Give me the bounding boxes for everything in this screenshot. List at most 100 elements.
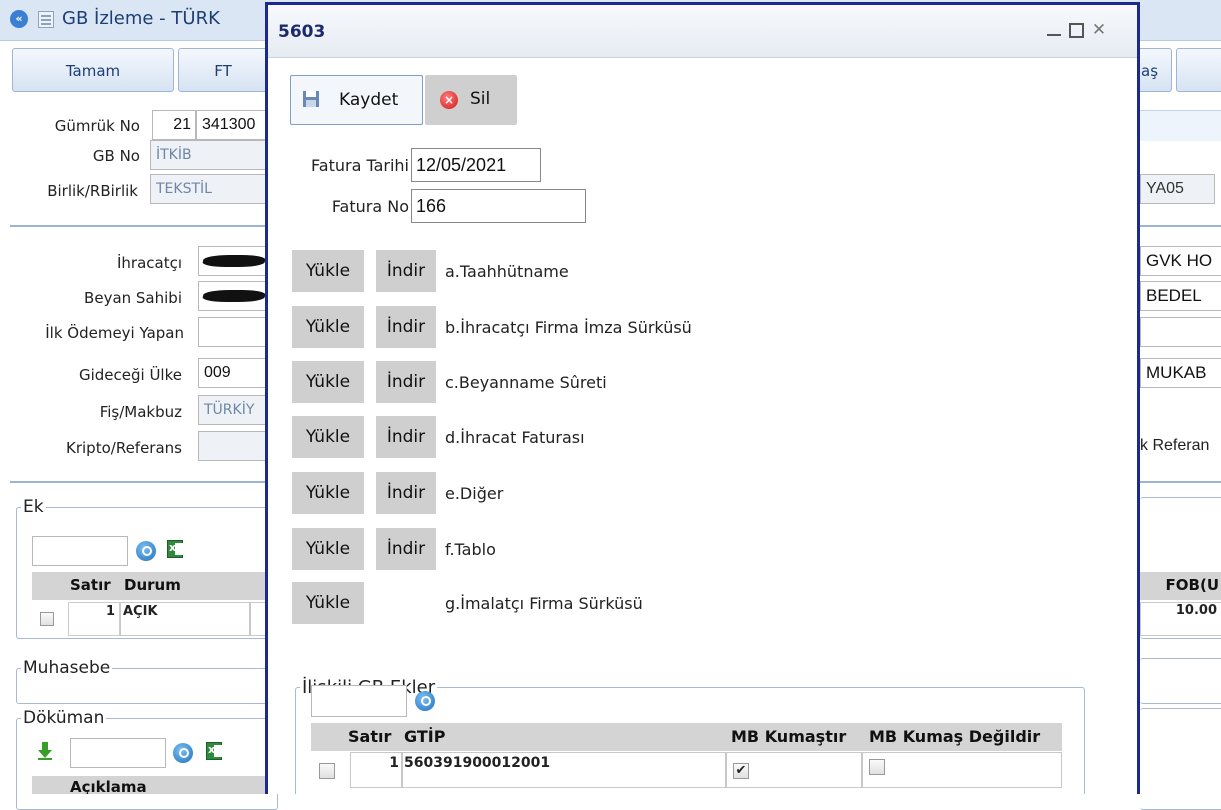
- download-button[interactable]: İndir: [376, 250, 436, 292]
- gumruk-no-label: Gümrük No: [54, 117, 140, 135]
- upload-button[interactable]: Yükle: [292, 306, 364, 348]
- beyan-sahibi-input[interactable]: [198, 281, 268, 311]
- mb-kumas-degil-checkbox[interactable]: [869, 759, 885, 775]
- right-bedel-field[interactable]: BEDEL: [1140, 281, 1221, 311]
- dokuman-grid-header: Açıklama: [32, 776, 268, 794]
- beyan-sahibi-label: Beyan Sahibi: [84, 289, 182, 307]
- ek-col-fob: FOB(U: [1140, 572, 1221, 600]
- ek-col-satir: Satır: [70, 576, 111, 594]
- upload-button[interactable]: Yükle: [292, 472, 364, 514]
- maximize-icon[interactable]: [1069, 23, 1084, 38]
- gumruk-no-input-1[interactable]: 21: [152, 110, 196, 140]
- search-icon[interactable]: [136, 541, 156, 561]
- doc-label: a.Taahhütname: [445, 262, 569, 281]
- divider-1: [10, 225, 265, 227]
- ilk-odeme-input[interactable]: [198, 317, 268, 347]
- divider-2-right: [1140, 481, 1221, 483]
- ft-button[interactable]: FT: [178, 48, 268, 92]
- gumruk-no-input-2[interactable]: 341300: [196, 110, 268, 140]
- ek-row-durum: AÇIK: [120, 602, 250, 636]
- related-row-checkbox[interactable]: [319, 763, 335, 779]
- ilk-odeme-label: İlk Ödemeyi Yapan: [45, 324, 184, 342]
- ek-col-fob-label: FOB(U: [1165, 576, 1219, 594]
- dokuman-search-input[interactable]: [70, 738, 166, 768]
- dokuman-group-right: [1140, 708, 1221, 810]
- fatura-no-label: Fatura No: [331, 197, 409, 216]
- doc-row: Yükle İndir a.Taahhütname: [292, 250, 792, 292]
- ek-row-satir: 1: [68, 602, 120, 636]
- upload-button[interactable]: Yükle: [292, 582, 364, 624]
- related-row-mb-kumas-degil-cell: [862, 752, 1062, 788]
- doc-row: Yükle g.İmalatçı Firma Sürküsü: [292, 582, 792, 624]
- doc-label: d.İhracat Faturası: [445, 428, 585, 447]
- doc-row: Yükle İndir c.Beyanname Sûreti: [292, 361, 792, 403]
- save-button-label: Kaydet: [339, 90, 399, 110]
- divider-2: [10, 481, 265, 483]
- birlik-input[interactable]: TEKSTİL: [150, 174, 268, 204]
- ek-search-input[interactable]: [32, 536, 128, 566]
- redaction-scribble: [201, 255, 267, 267]
- upload-button[interactable]: Yükle: [292, 416, 364, 458]
- invoice-dialog: 5603 ✕ Kaydet × Sil Fatura Tarihi 12/05/…: [265, 2, 1140, 794]
- right-gvk-field[interactable]: GVK HO: [1140, 246, 1221, 276]
- toolbar-button-more[interactable]: [1176, 48, 1221, 92]
- right-empty-field[interactable]: [1140, 317, 1221, 347]
- kripto-referans-input[interactable]: [198, 431, 268, 461]
- gb-no-input[interactable]: İTKİB: [150, 140, 268, 170]
- upload-button[interactable]: Yükle: [292, 361, 364, 403]
- related-grid-header: Satır GTİP MB Kumaştır MB Kumaş Değildir: [311, 723, 1062, 751]
- ek-row-checkbox[interactable]: [40, 612, 54, 626]
- save-button[interactable]: Kaydet: [290, 75, 423, 125]
- save-icon: [303, 91, 319, 107]
- mb-kumas-checkbox[interactable]: ✔: [733, 763, 749, 779]
- related-search-input[interactable]: [311, 685, 407, 717]
- doc-label: e.Diğer: [445, 484, 504, 503]
- muhasebe-group-right: [1140, 658, 1221, 704]
- minimize-icon[interactable]: [1046, 22, 1062, 38]
- fatura-tarihi-label: Fatura Tarihi: [311, 156, 409, 175]
- muhasebe-group: Muhasebe: [16, 658, 278, 704]
- related-col-gtip: GTİP: [404, 727, 446, 746]
- excel-icon[interactable]: [206, 742, 222, 760]
- download-button[interactable]: İndir: [376, 361, 436, 403]
- related-col-satir: Satır: [348, 727, 392, 746]
- right-referans-label: k Referan: [1140, 437, 1210, 454]
- fatura-no-input[interactable]: 166: [411, 189, 586, 223]
- doc-label: f.Tablo: [445, 540, 496, 559]
- tamam-button[interactable]: Tamam: [12, 48, 174, 92]
- ek-legend: Ek: [23, 497, 44, 517]
- search-icon[interactable]: [415, 691, 435, 711]
- right-code-field[interactable]: YA05: [1140, 174, 1215, 204]
- related-col-mb-kumas-degil: MB Kumaş Değildir: [869, 727, 1041, 746]
- download-button[interactable]: İndir: [376, 528, 436, 570]
- gb-no-label: GB No: [92, 147, 140, 165]
- excel-icon[interactable]: [167, 540, 183, 558]
- ek-row-fob: 10.00: [1140, 602, 1221, 636]
- upload-button[interactable]: Yükle: [292, 528, 364, 570]
- redaction-scribble: [201, 290, 267, 302]
- related-row-mb-kumas-cell: ✔: [726, 752, 862, 788]
- doc-row: Yükle İndir d.İhracat Faturası: [292, 416, 792, 458]
- doc-row: Yükle İndir b.İhracatçı Firma İmza Sürkü…: [292, 306, 792, 348]
- ek-col-durum: Durum: [124, 576, 181, 594]
- download-icon[interactable]: [38, 742, 52, 760]
- gidecegi-ulke-label: Gideceği Ülke: [78, 366, 182, 384]
- fis-makbuz-label: Fiş/Makbuz: [99, 403, 182, 421]
- ihracatci-label: İhracatçı: [116, 254, 182, 272]
- related-row-gtip: 560391900012001: [402, 752, 726, 788]
- gidecegi-ulke-input[interactable]: 009: [198, 358, 268, 388]
- collapse-icon[interactable]: «: [10, 10, 28, 28]
- upload-button[interactable]: Yükle: [292, 250, 364, 292]
- search-icon[interactable]: [173, 743, 193, 763]
- close-icon[interactable]: ✕: [1091, 22, 1107, 39]
- ihracatci-input[interactable]: [198, 246, 268, 276]
- fis-makbuz-input[interactable]: TÜRKİY: [198, 395, 268, 425]
- delete-button[interactable]: × Sil: [425, 75, 517, 125]
- right-mukab-field[interactable]: MUKAB: [1140, 358, 1221, 388]
- fatura-tarihi-input[interactable]: 12/05/2021: [411, 148, 541, 182]
- dialog-title-bar[interactable]: 5603 ✕: [268, 5, 1137, 58]
- download-button[interactable]: İndir: [376, 472, 436, 514]
- bg-window-title: GB İzleme - TÜRK: [62, 8, 220, 29]
- download-button[interactable]: İndir: [376, 306, 436, 348]
- download-button[interactable]: İndir: [376, 416, 436, 458]
